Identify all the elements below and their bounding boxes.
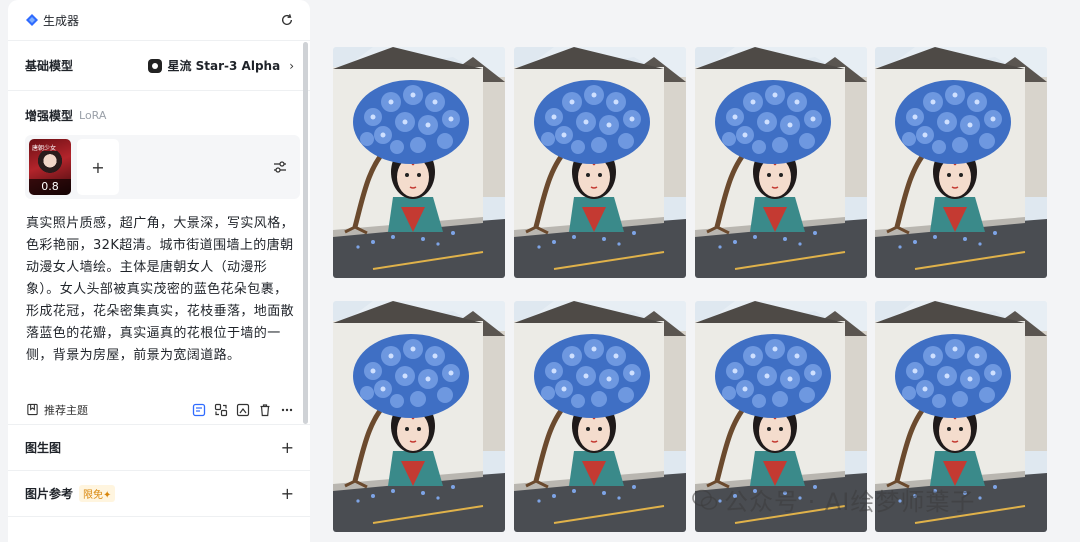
result-image-3-art (695, 47, 867, 278)
result-image-6[interactable] (514, 301, 686, 532)
image-reference-add-button[interactable]: + (281, 484, 294, 503)
enhance-model-row: 增强模型 LoRA (8, 91, 310, 135)
panel-title-text: 生成器 (43, 13, 80, 28)
more-icon[interactable] (280, 403, 294, 417)
base-model-label: 基础模型 (25, 59, 74, 73)
recommend-theme-label: 推荐主题 (44, 403, 88, 417)
panel-scrollbar[interactable] (303, 42, 308, 424)
image-prompt-icon[interactable] (236, 403, 250, 417)
ai-expand-icon[interactable] (192, 403, 206, 417)
add-lora-button[interactable]: + (77, 139, 119, 195)
prompt-toolbar: 推荐主题 (8, 395, 310, 425)
image-reference-row[interactable]: 图片参考 限免✦ + (8, 471, 310, 517)
base-model-row[interactable]: 基础模型 星流 Star-3 Alpha › (8, 41, 310, 91)
image-reference-label: 图片参考 (25, 487, 74, 501)
sliders-icon[interactable] (272, 159, 288, 175)
free-badge: 限免✦ (79, 485, 116, 502)
result-image-8-art (875, 301, 1047, 532)
result-image-7-art (695, 301, 867, 532)
enhance-model-label: 增强模型 (25, 108, 74, 123)
result-image-1[interactable] (333, 47, 505, 278)
lora-thumb-figure (38, 151, 62, 179)
free-badge-text: 限免 (83, 490, 104, 501)
bookmark-icon (27, 403, 38, 416)
result-gallery (333, 47, 1049, 533)
result-image-4-art (875, 47, 1047, 278)
enhance-model-sub: LoRA (79, 108, 107, 122)
generator-panel: 生成器 基础模型 星流 Star-3 Alpha › 增强模型 LoRA 唐朝少… (8, 0, 310, 542)
lora-weight: 0.8 (29, 179, 71, 195)
recommend-theme-button[interactable]: 推荐主题 (26, 402, 88, 418)
image-reference-title: 图片参考 限免✦ (25, 485, 116, 502)
img2img-row[interactable]: 图生图 + (8, 425, 310, 471)
chevron-right-icon: › (289, 58, 294, 73)
model-logo-icon (148, 58, 163, 73)
sparkle-icon: ✦ (103, 490, 112, 501)
prompt-text[interactable]: 真实照片质感，超广角，大景深，写实风格，色彩艳丽，32K超清。城市街道围墙上的唐… (26, 213, 294, 393)
base-model-value: 星流 Star-3 Alpha (167, 59, 281, 73)
panel-title: 生成器 (26, 12, 79, 29)
refresh-icon[interactable] (280, 13, 294, 27)
result-image-5[interactable] (333, 301, 505, 532)
result-image-8[interactable] (875, 301, 1047, 532)
translate-icon[interactable] (214, 403, 228, 417)
img2img-label: 图生图 (25, 441, 62, 455)
result-image-2-art (514, 47, 686, 278)
result-image-7[interactable] (695, 301, 867, 532)
img2img-add-button[interactable]: + (281, 438, 294, 457)
generator-logo-icon (26, 14, 38, 26)
result-image-5-art (333, 301, 505, 532)
result-image-2[interactable] (514, 47, 686, 278)
result-image-4[interactable] (875, 47, 1047, 278)
result-image-3[interactable] (695, 47, 867, 278)
lora-box: 唐朝少女 0.8 + (25, 135, 300, 199)
prompt-tool-icons (192, 403, 294, 417)
result-image-6-art (514, 301, 686, 532)
panel-header: 生成器 (8, 0, 310, 41)
result-image-1-art (333, 47, 505, 278)
trash-icon[interactable] (258, 403, 272, 417)
base-model-select[interactable]: 星流 Star-3 Alpha › (148, 57, 294, 74)
lora-thumbnail[interactable]: 唐朝少女 0.8 (29, 139, 71, 195)
